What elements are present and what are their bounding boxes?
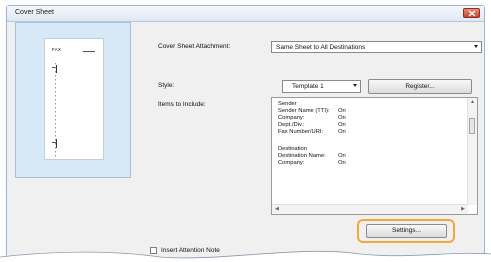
items-label: Items to Include: [158, 101, 206, 108]
list-item: Destination [278, 146, 308, 152]
list-item: Sender [278, 101, 297, 107]
register-button-label: Register... [405, 83, 435, 90]
style-value: Template 1 [292, 82, 324, 90]
list-item: Company: On [278, 160, 346, 166]
items-list[interactable]: Sender Sender Name (TTI): On Company: On D… [271, 97, 478, 215]
chevron-down-icon [353, 84, 357, 87]
horizontal-scrollbar[interactable]: ◀ ▶ [272, 204, 468, 214]
style-label: Style: [158, 82, 175, 89]
scroll-left-icon[interactable]: ◀ [275, 206, 279, 212]
scroll-up-icon[interactable]: ▲ [470, 99, 475, 105]
list-item: Sender Name (TTI): On [278, 108, 346, 114]
settings-button-label: Settings... [392, 227, 421, 234]
preview-header-line [83, 51, 95, 52]
close-icon [468, 10, 476, 17]
register-button[interactable]: Register... [368, 79, 472, 94]
window-title: Cover Sheet [15, 9, 54, 16]
scroll-right-icon[interactable]: ▶ [461, 206, 465, 212]
cover-sheet-preview: FAX [15, 22, 131, 178]
style-dropdown[interactable]: Template 1 [282, 80, 361, 93]
preview-fax-label: FAX [52, 47, 62, 52]
preview-mark [56, 65, 57, 73]
preview-dotted-guide [55, 63, 56, 158]
settings-button[interactable]: Settings... [366, 224, 447, 238]
list-item: Company: On [278, 115, 346, 121]
close-button[interactable] [463, 8, 480, 18]
attachment-dropdown[interactable]: Same Sheet to All Destinations [271, 41, 482, 53]
list-item: Dept./Div.: On [278, 122, 346, 128]
preview-page: FAX [44, 38, 104, 160]
preview-mark [56, 139, 57, 148]
torn-edge-decoration [0, 250, 491, 262]
scrollbar-thumb[interactable] [469, 118, 475, 134]
attachment-label: Cover Sheet Attachment: [158, 43, 231, 50]
vertical-scrollbar[interactable]: ▲ [467, 98, 477, 205]
list-item: Destination Name: On [278, 153, 346, 159]
chevron-down-icon [474, 45, 478, 48]
attachment-value: Same Sheet to All Destinations [276, 43, 366, 51]
list-item: Fax Number/URI: On [278, 129, 346, 135]
title-bar[interactable]: Cover Sheet [7, 6, 484, 22]
